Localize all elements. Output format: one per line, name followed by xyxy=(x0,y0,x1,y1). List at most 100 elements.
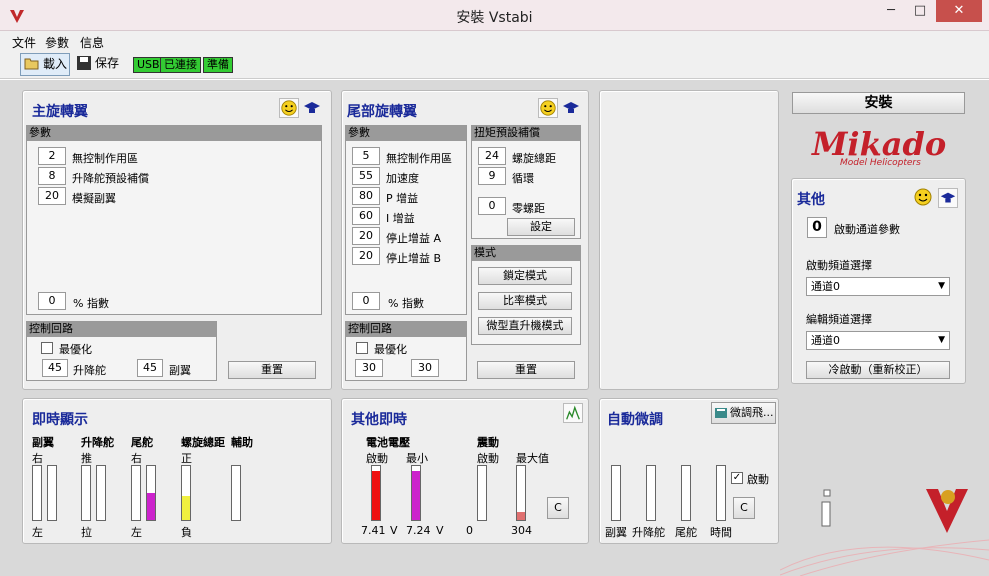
main-optimize-checkbox[interactable] xyxy=(41,342,53,354)
stop-gain-a-input[interactable]: 20 xyxy=(352,227,380,245)
aileron-group-label: 副翼 xyxy=(32,436,54,449)
elevator-comp-input[interactable]: 8 xyxy=(38,167,66,185)
other-smiley-icon[interactable] xyxy=(913,187,933,207)
minimize-button[interactable]: ─ xyxy=(877,0,905,22)
tail-smiley-icon[interactable] xyxy=(538,98,558,118)
tail-deadband-input[interactable]: 5 xyxy=(352,147,380,165)
edit-freq-label: 編輯頻道選擇 xyxy=(806,313,872,326)
stop-gain-b-input[interactable]: 20 xyxy=(352,247,380,265)
autotrim-enable-label: 啟動 xyxy=(747,473,769,486)
other-graduation-cap-icon[interactable] xyxy=(938,188,958,208)
main-reset-button[interactable]: 重置 xyxy=(228,361,316,379)
battery-start-unit: V xyxy=(390,524,398,537)
deadband-label: 無控制作用區 xyxy=(72,152,138,165)
menu-params[interactable]: 參數 xyxy=(45,34,69,51)
torque-pitch-label: 螺旋總距 xyxy=(512,152,556,165)
aileron-bar-left xyxy=(32,465,42,521)
close-button[interactable]: ✕ xyxy=(936,0,982,22)
other-panel: 其他 0 啟動通道參數 啟動頻道選擇 通道0 ▼ 編輯頻道選擇 通道0 ▼ 冷啟動（… xyxy=(791,178,966,384)
aux-group-label: 輔助 xyxy=(231,436,253,449)
menu-file[interactable]: 文件 xyxy=(12,34,36,51)
zero-pitch-input[interactable]: 0 xyxy=(478,197,506,215)
tail-bar-fill xyxy=(147,493,155,520)
elevator-bar-left xyxy=(81,465,91,521)
main-exp-label: % 指數 xyxy=(73,297,109,310)
tail-bar-right xyxy=(146,465,156,521)
other-title: 其他 xyxy=(797,192,825,208)
autotrim-tail-bar xyxy=(681,465,691,521)
start-freq-select[interactable]: 通道0 ▼ xyxy=(806,277,950,296)
vib-start-bar xyxy=(477,465,487,521)
battery-start-fill xyxy=(372,471,380,520)
start-freq-value: 通道0 xyxy=(811,280,840,293)
battery-min-fill xyxy=(412,471,420,520)
cold-start-button[interactable]: 冷啟動（重新校正） xyxy=(806,361,950,379)
install-button[interactable]: 安裝 xyxy=(792,92,965,114)
acceleration-input[interactable]: 55 xyxy=(352,167,380,185)
aux-bar xyxy=(231,465,241,521)
graduation-cap-icon[interactable] xyxy=(302,98,322,118)
aileron-gain-label: 副翼 xyxy=(169,364,191,377)
clear-vibration-button[interactable]: C xyxy=(547,497,569,519)
elevator-bottom-label: 拉 xyxy=(81,526,92,539)
edit-freq-select[interactable]: 通道0 ▼ xyxy=(806,331,950,350)
autotrim-clear-button[interactable]: C xyxy=(733,497,755,519)
torque-settings-button[interactable]: 設定 xyxy=(507,218,575,236)
torque-cyclic-label: 循環 xyxy=(512,172,534,185)
trim-flight-button[interactable]: 微調飛... xyxy=(711,402,776,424)
chart-icon[interactable] xyxy=(563,403,583,423)
maximize-button[interactable]: □ xyxy=(906,0,934,22)
save-label: 保存 xyxy=(95,56,120,70)
vib-max-bar xyxy=(516,465,526,521)
battery-min-bar xyxy=(411,465,421,521)
start-channel-input[interactable]: 0 xyxy=(807,217,827,238)
save-button[interactable]: 保存 xyxy=(73,53,123,76)
lock-mode-button[interactable]: 鎖定模式 xyxy=(478,267,572,285)
tail-top-label: 右 xyxy=(131,452,142,465)
load-button[interactable]: 載入 xyxy=(20,53,70,76)
autotrim-enable-checkbox[interactable]: ✓ xyxy=(731,472,743,484)
torque-cyclic-input[interactable]: 9 xyxy=(478,167,506,185)
tail-exp-label: % 指數 xyxy=(388,297,424,310)
tail-reset-button[interactable]: 重置 xyxy=(477,361,575,379)
main-exp-input[interactable]: 0 xyxy=(38,292,66,310)
micro-heli-mode-button[interactable]: 微型直升機模式 xyxy=(478,317,572,335)
tail-optimize-checkbox[interactable] xyxy=(356,342,368,354)
battery-start-bar xyxy=(371,465,381,521)
tail-loop-input-1[interactable]: 30 xyxy=(355,359,383,377)
title-bar: 安裝 Vstabi ─ □ ✕ xyxy=(0,0,989,31)
sim-aileron-input[interactable]: 20 xyxy=(38,187,66,205)
main-params-section: 參數 2 無控制作用區 8 升降舵預設補償 20 模擬副翼 0 % 指數 xyxy=(26,125,322,315)
p-gain-input[interactable]: 80 xyxy=(352,187,380,205)
tail-graduation-cap-icon[interactable] xyxy=(561,98,581,118)
i-gain-input[interactable]: 60 xyxy=(352,207,380,225)
autotrim-tail-label: 尾舵 xyxy=(675,526,697,539)
elevator-gain-input[interactable]: 45 xyxy=(42,359,68,377)
tail-group-label: 尾舵 xyxy=(131,436,153,449)
rate-mode-button[interactable]: 比率模式 xyxy=(478,292,572,310)
aileron-gain-input[interactable]: 45 xyxy=(137,359,163,377)
mikado-subtitle: Model Helicopters xyxy=(840,158,921,168)
tail-loop-input-2[interactable]: 30 xyxy=(411,359,439,377)
autotrim-elevator-bar xyxy=(646,465,656,521)
elevator-group-label: 升降舵 xyxy=(81,436,114,449)
torque-pitch-input[interactable]: 24 xyxy=(478,147,506,165)
usb-status: USB xyxy=(133,57,164,73)
aileron-bottom-label: 左 xyxy=(32,526,43,539)
empty-panel xyxy=(599,90,779,390)
battery-start-value: 7.41 xyxy=(361,524,386,537)
trim-flight-label: 微調飛... xyxy=(730,406,774,419)
vib-max-value: 304 xyxy=(511,524,532,537)
menu-info[interactable]: 信息 xyxy=(80,34,104,51)
pitch-group-label: 螺旋總距 xyxy=(181,436,225,449)
tail-params-section: 參數 5 無控制作用區 55 加速度 80 P 增益 60 I 增益 20 停止… xyxy=(345,125,467,315)
other-realtime-title: 其他即時 xyxy=(351,412,407,428)
aileron-bar-right xyxy=(47,465,57,521)
pitch-bottom-label: 負 xyxy=(181,526,192,539)
smiley-icon[interactable] xyxy=(279,98,299,118)
main-rotor-panel: 主旋轉翼 參數 2 無控制作用區 8 升降舵預設補償 20 模擬副翼 0 % 指… xyxy=(22,90,332,390)
main-params-header: 參數 xyxy=(27,126,321,141)
tail-exp-input[interactable]: 0 xyxy=(352,292,380,310)
deadband-input[interactable]: 2 xyxy=(38,147,66,165)
sim-aileron-label: 模擬副翼 xyxy=(72,192,116,205)
